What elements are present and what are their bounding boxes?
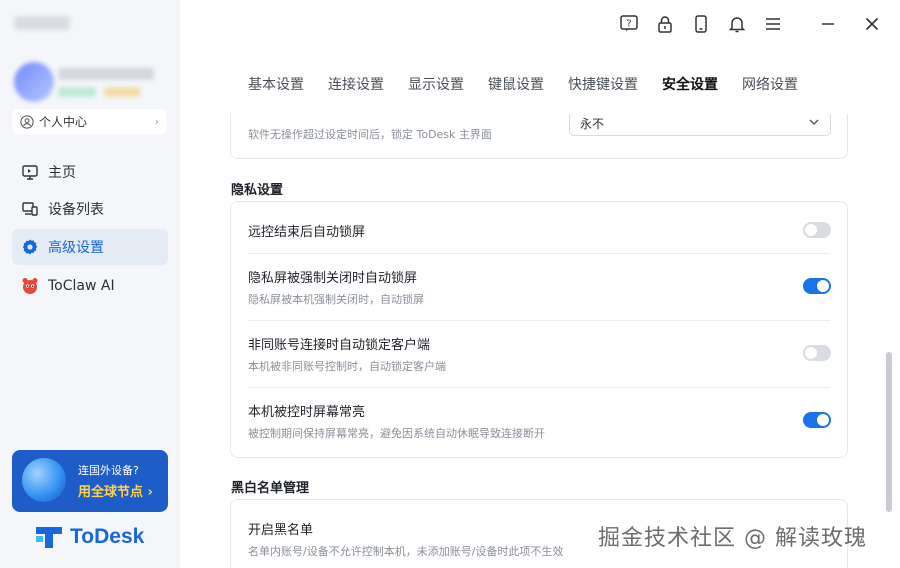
monitor-icon	[20, 162, 40, 182]
blacklist-section-title: 黑白名单管理	[231, 481, 310, 496]
promo-line1: 连国外设备?	[78, 464, 139, 477]
tab-basic[interactable]: 基本设置	[248, 74, 304, 94]
non-same-account-lock-toggle[interactable]	[803, 345, 831, 361]
todesk-logo-mark-icon	[36, 527, 62, 548]
scrollbar[interactable]	[886, 352, 892, 512]
screen-always-on-toggle[interactable]	[803, 412, 831, 428]
privacy-settings-card: 远控结束后自动锁屏 隐私屏被强制关闭时自动锁屏 隐私屏被本机强制关闭时，自动锁屏…	[230, 201, 848, 458]
row-subtitle: 名单内账号/设备不允许控制本机，未添加账号/设备时此项不生效	[248, 545, 564, 558]
tab-keyboard-mouse[interactable]: 键鼠设置	[488, 74, 544, 94]
phone-icon[interactable]	[689, 12, 713, 36]
minimize-icon[interactable]	[816, 12, 840, 36]
divider	[248, 253, 830, 254]
row-subtitle: 本机被非同账号控制时，自动锁定客户端	[248, 360, 446, 373]
privacy-screen-lock-toggle[interactable]	[803, 278, 831, 294]
row-subtitle: 被控制期间保持屏幕常亮，避免因系统自动休眠导致连接断开	[248, 427, 545, 440]
row-title: 本机被控时屏幕常亮	[248, 405, 366, 420]
nav-item-advanced-settings[interactable]: 高级设置	[12, 229, 168, 265]
row-title: 隐私屏被强制关闭时自动锁屏	[248, 271, 418, 286]
svg-text:?: ?	[626, 19, 631, 30]
row-subtitle: 隐私屏被本机强制关闭时，自动锁屏	[248, 293, 424, 306]
nav-label: 主页	[48, 165, 76, 181]
devices-icon	[20, 199, 40, 219]
row-title: 非同账号连接时自动锁定客户端	[248, 338, 431, 353]
divider	[248, 387, 830, 388]
gear-icon	[20, 237, 40, 257]
toclaw-mascot-icon	[20, 276, 40, 296]
todesk-logo: ToDesk	[34, 524, 144, 550]
username-blurred	[58, 68, 154, 80]
close-icon[interactable]	[860, 12, 884, 36]
tab-security[interactable]: 安全设置	[662, 74, 718, 94]
scroll-mask	[230, 100, 848, 114]
promo-line2: 用全球节点 ›	[78, 485, 153, 500]
global-node-promo-banner[interactable]: 连国外设备? 用全球节点 ›	[12, 450, 168, 512]
tab-shortcuts[interactable]: 快捷键设置	[568, 74, 638, 94]
nav-label: 高级设置	[48, 240, 104, 256]
select-value: 永不	[580, 116, 605, 131]
personal-center-button[interactable]: 个人中心 ›	[12, 109, 167, 134]
tab-network[interactable]: 网络设置	[742, 74, 798, 94]
tab-connection[interactable]: 连接设置	[328, 74, 384, 94]
row-title: 远控结束后自动锁屏	[248, 225, 366, 240]
nav-item-home[interactable]: 主页	[12, 154, 168, 190]
privacy-section-title: 隐私设置	[231, 183, 284, 198]
app-name-blurred	[14, 16, 70, 30]
user-icon	[20, 114, 34, 129]
lock-icon[interactable]	[653, 12, 677, 36]
nav-label: ToClaw AI	[48, 278, 115, 294]
personal-center-label: 个人中心	[39, 115, 88, 129]
chevron-down-icon	[808, 116, 820, 131]
tab-display[interactable]: 显示设置	[408, 74, 464, 94]
chevron-right-icon: ›	[154, 115, 159, 128]
settings-tabs: 基本设置 连接设置 显示设置 键鼠设置 快捷键设置 安全设置 网络设置	[248, 74, 822, 94]
nav-label: 设备列表	[48, 202, 104, 218]
help-icon[interactable]: ?	[617, 12, 641, 36]
user-tag-blurred	[104, 87, 140, 97]
auto-lock-after-remote-toggle[interactable]	[803, 222, 831, 238]
bell-icon[interactable]	[725, 12, 749, 36]
avatar[interactable]	[14, 62, 54, 102]
row-title: 开启黑名单	[248, 523, 314, 538]
menu-icon[interactable]	[761, 12, 785, 36]
globe-icon	[22, 458, 66, 502]
lock-timeout-description: 软件无操作超过设定时间后，锁定 ToDesk 主界面	[248, 128, 492, 141]
logo-text: ToDesk	[70, 525, 145, 548]
watermark: 掘金技术社区 @ 解读玫瑰	[598, 526, 867, 551]
sidebar: 个人中心 › 主页 设备列表 高级设置 ToClaw AI 连国外设备? 用全球…	[0, 0, 180, 568]
user-tag-blurred	[58, 87, 96, 97]
nav-item-device-list[interactable]: 设备列表	[12, 191, 168, 227]
divider	[248, 320, 830, 321]
nav-item-toclaw-ai[interactable]: ToClaw AI	[12, 268, 168, 304]
